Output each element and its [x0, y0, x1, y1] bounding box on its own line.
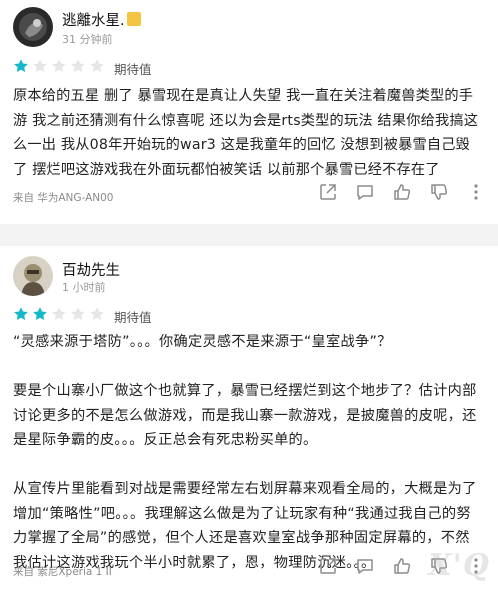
device-info: 来自 索尼Xperia 1 II: [13, 566, 112, 578]
star-empty-icon: [52, 59, 66, 72]
rating-label: 期待值: [114, 62, 152, 77]
review-card: 逃離水星. 31 分钟前 期待值 原本给的五星 删了 暴雪现在是真让人失望 我一…: [0, 0, 498, 224]
review-text: “灵感来源于塔防”。。。你确定灵感不是来源于“皇室战争”？ 要是个山寨小厂做这个…: [13, 334, 477, 571]
post-time: 31 分钟前: [62, 33, 113, 46]
thumbs-up-icon[interactable]: [392, 182, 412, 202]
review-text: 原本给的五星 删了 暴雪现在是真让人失望 我一直在关注着魔兽类型的手游 我之前还…: [13, 88, 479, 178]
star-empty-icon: [52, 307, 66, 320]
star-empty-icon: [33, 59, 47, 72]
star-empty-icon: [90, 307, 104, 320]
star-empty-icon: [71, 59, 85, 72]
thumbs-down-icon[interactable]: [429, 182, 449, 202]
action-bar: [318, 182, 486, 202]
rating-stars: [13, 58, 105, 74]
device-info: 来自 华为ANG-AN00: [13, 192, 114, 204]
star-empty-icon: [71, 307, 85, 320]
site-watermark: X'Q: [428, 548, 490, 583]
avatar[interactable]: [13, 7, 53, 47]
share-icon[interactable]: [318, 556, 338, 576]
star-filled-icon: [14, 307, 28, 320]
star-empty-icon: [90, 59, 104, 72]
card-separator: [0, 224, 498, 246]
rating-label: 期待值: [114, 310, 152, 325]
avatar[interactable]: [13, 256, 53, 296]
share-icon[interactable]: [318, 182, 338, 202]
watermark-logo: X'Q: [428, 548, 490, 583]
username[interactable]: 逃離水星.: [62, 9, 141, 30]
more-icon[interactable]: [466, 182, 486, 202]
comment-icon[interactable]: [355, 182, 375, 202]
emoji-badge-icon: [126, 12, 141, 26]
star-filled-icon: [14, 59, 28, 72]
thumbs-up-icon[interactable]: [392, 556, 412, 576]
post-time: 1 小时前: [62, 281, 106, 294]
star-filled-icon: [33, 307, 47, 320]
rating-stars: [13, 306, 105, 322]
review-card: 百劫先生 1 小时前 期待值 “灵感来源于塔防”。。。你确定灵感不是来源于“皇室…: [0, 246, 498, 589]
comment-icon[interactable]: [355, 556, 375, 576]
username[interactable]: 百劫先生: [62, 259, 120, 280]
